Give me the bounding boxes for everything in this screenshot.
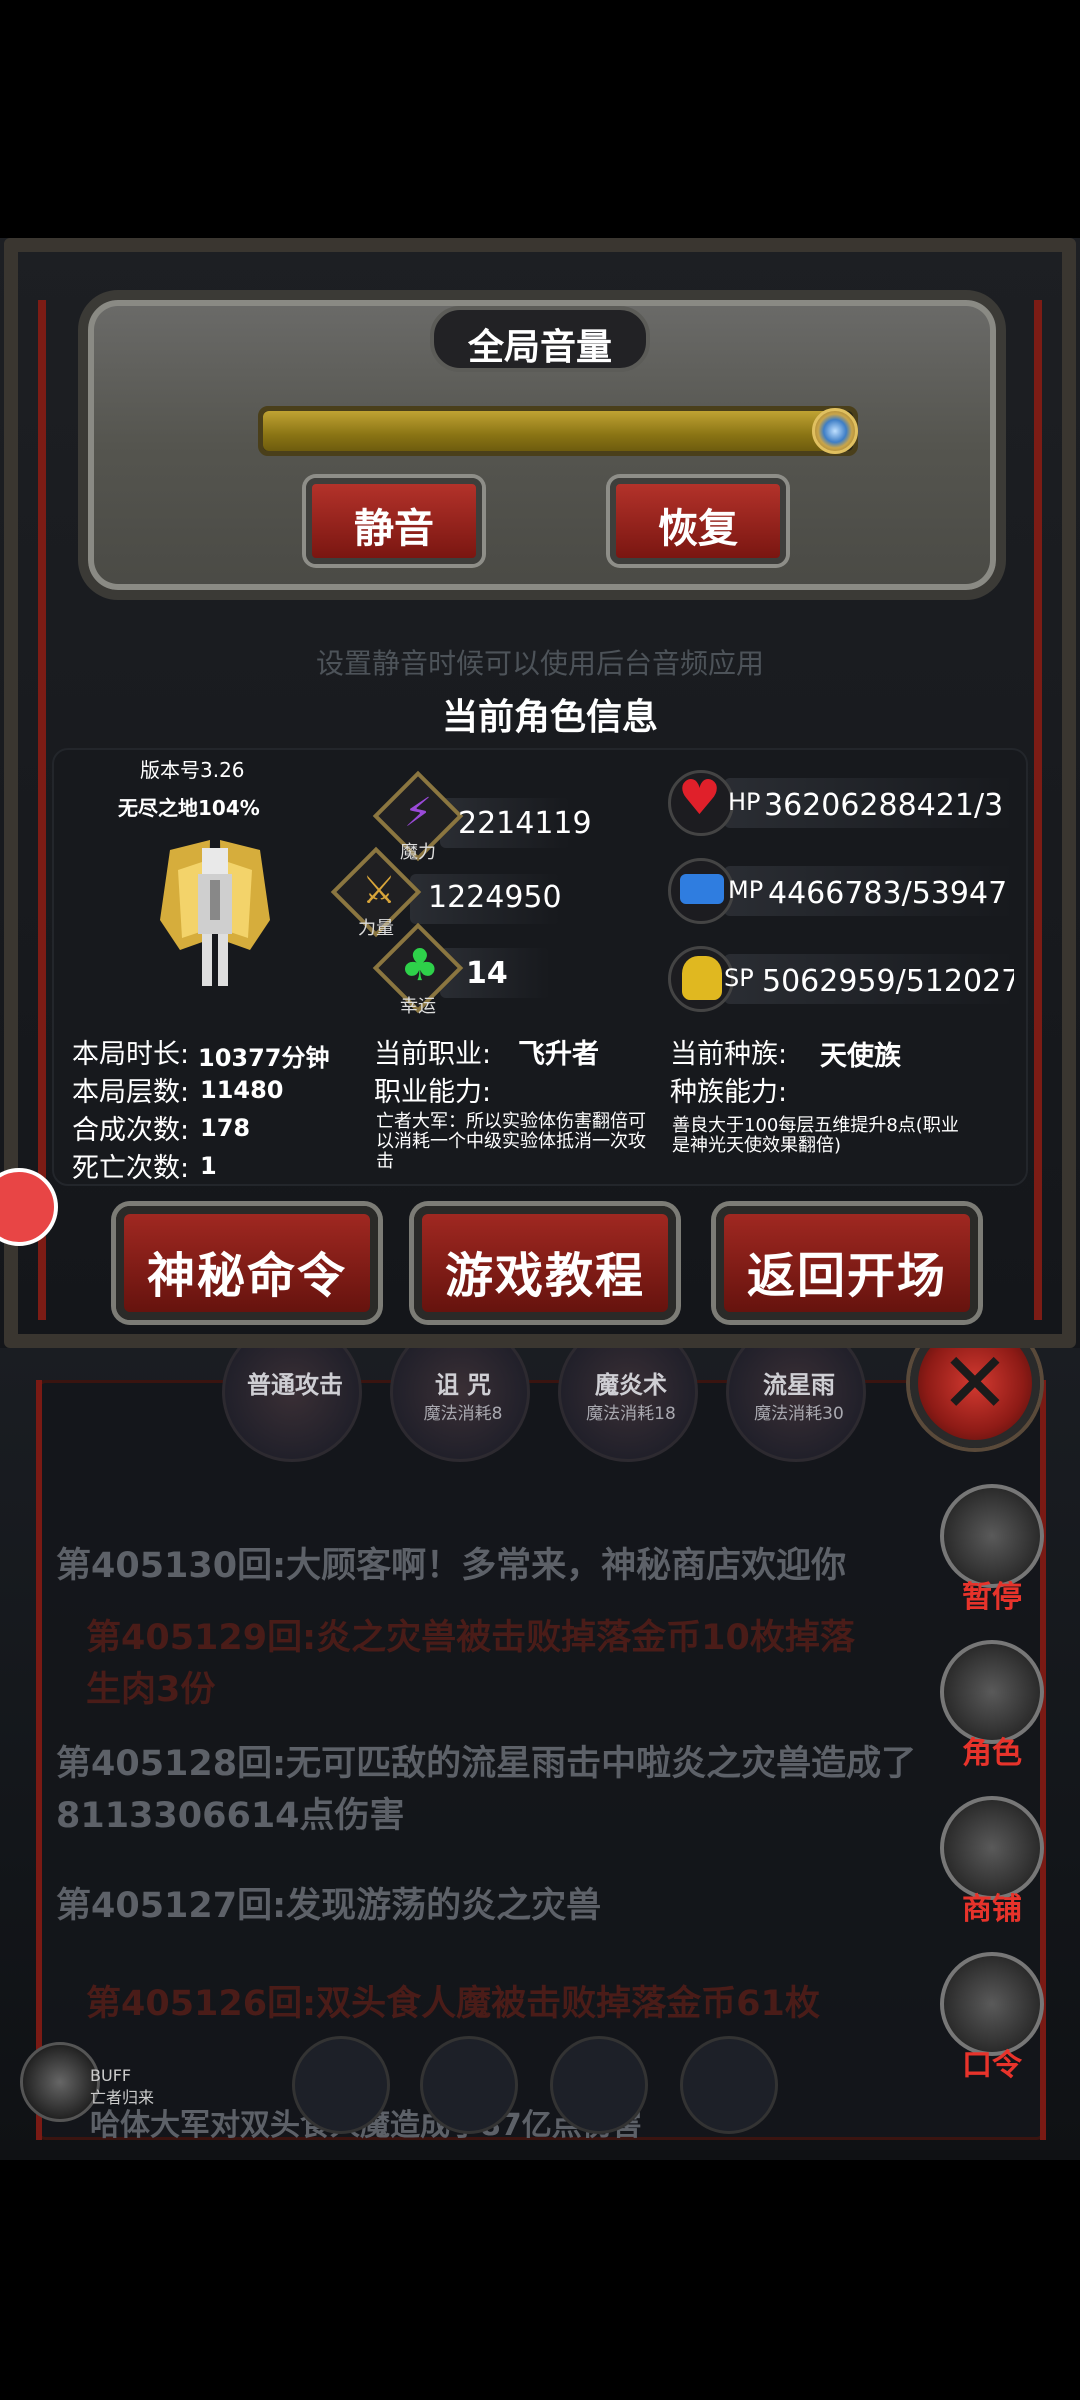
return-start-label: 返回开场: [746, 1248, 947, 1304]
close-icon: ✕: [939, 1334, 1011, 1432]
luck-label: 幸运: [400, 996, 436, 1017]
job-value: 飞升者: [518, 1039, 599, 1070]
volume-hint: 设置静音时候可以使用后台音频应用: [315, 647, 764, 680]
modal-frame-left: [38, 300, 46, 1320]
mute-label: 静音: [354, 506, 434, 552]
log-line: 第405127回:发现游荡的炎之灾兽: [56, 1886, 602, 1926]
skill-name: 流星雨: [763, 1371, 835, 1399]
angel-character-sprite: [160, 840, 270, 986]
race-value: 天使族: [820, 1041, 901, 1072]
race-ability-label: 种族能力:: [670, 1077, 788, 1108]
mute-button[interactable]: 静音: [306, 478, 482, 564]
hp-label: HP: [728, 788, 761, 816]
command-label[interactable]: 口令: [940, 2040, 1044, 2084]
job-label: 当前职业:: [374, 1039, 492, 1070]
skull-icon[interactable]: [20, 2042, 100, 2122]
volume-title: 全局音量: [467, 327, 612, 368]
hp-value: 36206288421/3: [764, 788, 1004, 823]
buff-name: 亡者归来: [90, 2088, 155, 2107]
mode-text: 无尽之地104%: [118, 796, 260, 820]
hero-slot[interactable]: [420, 2036, 518, 2134]
death-value: 1: [200, 1152, 217, 1180]
log-line: 8113306614点伤害: [56, 1796, 405, 1836]
character-info-title: 当前角色信息: [441, 697, 658, 738]
restore-button[interactable]: 恢复: [610, 478, 786, 564]
race-ability-desc: 善良大于100每层五维提升8点(职业是神光天使效果翻倍): [672, 1115, 959, 1156]
power-value: 1224950: [428, 880, 562, 915]
job-ability-desc: 亡者大军：所以实验体伤害翻倍可以消耗一个中级实验体抵消一次攻击: [376, 1111, 646, 1172]
craft-label: 合成次数:: [72, 1115, 190, 1146]
time-value: 10377分钟: [198, 1044, 330, 1072]
hero-slot[interactable]: [550, 2036, 648, 2134]
tutorial-button[interactable]: 游戏教程: [414, 1206, 676, 1320]
death-label: 死亡次数:: [72, 1153, 190, 1184]
log-line: 第405130回:大顾客啊！多常来，神秘商店欢迎你: [56, 1546, 847, 1586]
shop-label[interactable]: 商铺: [940, 1884, 1044, 1928]
time-label: 本局时长:: [72, 1039, 190, 1070]
buff-label: BUFF: [90, 2066, 132, 2085]
sword-glyph: ⚔: [362, 868, 397, 912]
floor-value: 11480: [200, 1076, 284, 1104]
log-line: 生肉3份: [86, 1670, 216, 1710]
hero-slot[interactable]: [680, 2036, 778, 2134]
craft-value: 178: [200, 1114, 251, 1142]
log-line: 第405126回:双头食人魔被击败掉落金币61枚: [86, 1984, 820, 2024]
skill-cost: 魔法消耗18: [586, 1404, 676, 1424]
return-start-button[interactable]: 返回开场: [716, 1206, 978, 1320]
skill-name: 普通攻击: [247, 1371, 343, 1399]
bottom-black-band: [0, 2160, 1080, 2400]
mp-value: 4466783/53947: [768, 876, 1008, 911]
luck-value: 14: [466, 956, 508, 991]
volume-slider-fill: [263, 411, 835, 451]
skill-name: 诅 咒: [434, 1371, 492, 1399]
sp-icon-shape: [682, 956, 722, 1000]
secret-command-label: 神秘命令: [146, 1248, 347, 1304]
lightning-glyph: ⚡: [404, 790, 433, 836]
top-black-band: [0, 0, 1080, 238]
race-label: 当前种族:: [670, 1039, 788, 1070]
skill-cost: 魔法消耗8: [423, 1404, 503, 1424]
role-label[interactable]: 角色: [940, 1728, 1044, 1772]
secret-command-button[interactable]: 神秘命令: [116, 1206, 378, 1320]
sp-value: 5062959/5120274: [762, 964, 1014, 999]
sp-label: SP: [724, 964, 754, 992]
hero-slot[interactable]: [292, 2036, 390, 2134]
skill-cost: 魔法消耗30: [754, 1404, 844, 1424]
version-text: 版本号3.26: [140, 758, 245, 782]
floor-label: 本局层数:: [72, 1077, 190, 1108]
log-line: 第405129回:炎之灾兽被击败掉落金币10枚掉落: [86, 1618, 855, 1658]
tutorial-label: 游戏教程: [444, 1248, 645, 1304]
pause-label[interactable]: 暂停: [940, 1572, 1044, 1616]
job-ability-label: 职业能力:: [374, 1077, 492, 1108]
mp-icon-shape: [680, 874, 724, 904]
heart-glyph: ♥: [678, 770, 722, 826]
restore-label: 恢复: [658, 506, 738, 552]
mp-label: MP: [728, 876, 764, 904]
log-line: 第405128回:无可匹敌的流星雨击中啦炎之灾兽造成了: [56, 1744, 917, 1784]
clover-glyph: ♣: [400, 940, 440, 991]
modal-frame-right: [1034, 300, 1042, 1320]
volume-slider-knob[interactable]: [812, 408, 858, 454]
skill-name: 魔炎术: [595, 1371, 667, 1399]
log-frame-left: [36, 1380, 42, 2140]
magic-value: 2214119: [458, 806, 592, 841]
